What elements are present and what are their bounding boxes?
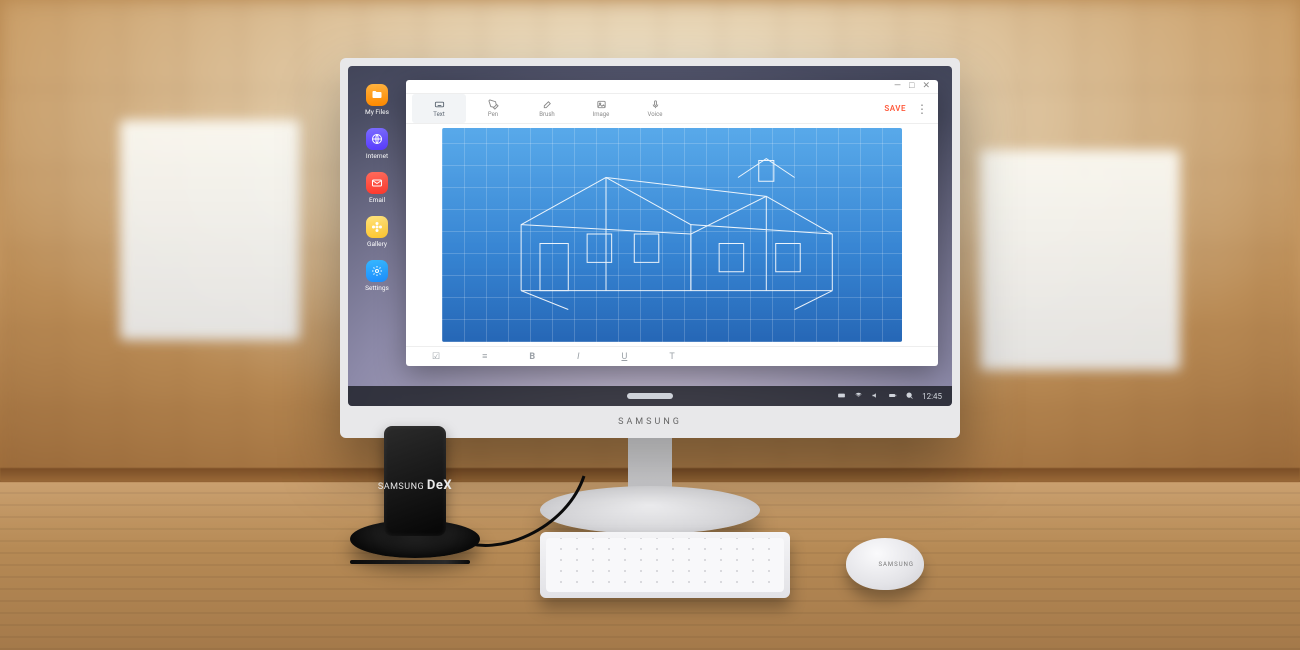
tray-battery-icon[interactable] — [888, 391, 897, 402]
launcher-gallery[interactable]: Gallery — [360, 216, 394, 248]
tray-clock[interactable]: 12:45 — [922, 392, 942, 401]
launcher-my-files[interactable]: My Files — [360, 84, 394, 116]
list-button[interactable]: ≡ — [482, 351, 487, 362]
taskbar-handle[interactable] — [627, 393, 673, 399]
s-pen-stylus — [350, 560, 470, 564]
tool-voice[interactable]: Voice — [628, 94, 682, 123]
taskbar: 12:45 — [348, 386, 952, 406]
format-bar: ☑ ≡ B I U T — [406, 346, 938, 366]
globe-icon — [366, 128, 388, 150]
mouse: SAMSUNG — [846, 538, 924, 590]
tool-label: Image — [593, 111, 610, 118]
tool-label: Voice — [648, 111, 663, 118]
underline-button[interactable]: U — [621, 352, 627, 362]
scene-photo: My Files Internet Email — [0, 0, 1300, 650]
background-window-right — [980, 150, 1180, 370]
folder-icon — [366, 84, 388, 106]
note-canvas[interactable] — [442, 128, 902, 342]
launcher-label: Email — [369, 196, 385, 204]
docked-phone: SAMSUNG DeX — [384, 426, 446, 536]
keyboard-icon — [434, 99, 445, 110]
tool-text[interactable]: Text — [412, 94, 466, 123]
tool-pen[interactable]: Pen — [466, 94, 520, 123]
monitor-stand-base — [540, 486, 760, 534]
tool-label: Brush — [539, 111, 554, 118]
italic-button[interactable]: I — [577, 352, 579, 362]
checklist-button[interactable]: ☑ — [432, 352, 440, 362]
bold-button[interactable]: B — [529, 352, 535, 362]
launcher-label: Gallery — [367, 240, 387, 248]
launcher-label: My Files — [365, 108, 389, 116]
close-button[interactable]: ✕ — [922, 82, 930, 91]
tray-search-icon[interactable] — [905, 391, 914, 402]
mail-icon — [366, 172, 388, 194]
launcher-internet[interactable]: Internet — [360, 128, 394, 160]
mic-icon — [650, 99, 661, 110]
tray-volume-icon[interactable] — [871, 391, 880, 402]
system-tray: 12:45 — [837, 391, 952, 402]
dex-brand-label: SAMSUNG DeX — [378, 478, 452, 493]
keyboard — [540, 532, 790, 598]
minimize-button[interactable]: — — [894, 82, 901, 91]
launcher-email[interactable]: Email — [360, 172, 394, 204]
notes-app-window: — □ ✕ Text Pen Brush — [406, 80, 938, 366]
dex-dock: SAMSUNG DeX — [350, 438, 480, 558]
save-button[interactable]: SAVE — [878, 104, 912, 113]
launcher-settings[interactable]: Settings — [360, 260, 394, 292]
launcher-label: Internet — [366, 152, 388, 160]
mouse-brand-label: SAMSUNG — [878, 561, 914, 568]
tool-label: Pen — [488, 111, 498, 118]
tool-brush[interactable]: Brush — [520, 94, 574, 123]
tray-keyboard-icon[interactable] — [837, 391, 846, 402]
background-window-left — [120, 120, 300, 340]
more-button[interactable]: ⋮ — [912, 102, 932, 116]
image-icon — [596, 99, 607, 110]
dex-brand-big: DeX — [427, 478, 452, 493]
tray-wifi-icon[interactable] — [854, 391, 863, 402]
tool-label: Text — [433, 111, 444, 118]
textcolor-button[interactable]: T — [669, 352, 674, 362]
tool-image[interactable]: Image — [574, 94, 628, 123]
monitor-screen: My Files Internet Email — [348, 66, 952, 406]
flower-icon — [366, 216, 388, 238]
maximize-button[interactable]: □ — [909, 82, 914, 91]
window-titlebar: — □ ✕ — [406, 80, 938, 94]
dex-brand-small: SAMSUNG — [378, 482, 424, 492]
keyboard-keys — [546, 538, 784, 592]
notes-toolbar: Text Pen Brush Image — [406, 94, 938, 124]
desktop-launcher: My Files Internet Email — [360, 84, 394, 292]
house-wireframe-drawing — [483, 128, 860, 328]
launcher-label: Settings — [365, 284, 389, 292]
gear-icon — [366, 260, 388, 282]
monitor: My Files Internet Email — [340, 58, 960, 438]
brush-icon — [542, 99, 553, 110]
pen-icon — [488, 99, 499, 110]
